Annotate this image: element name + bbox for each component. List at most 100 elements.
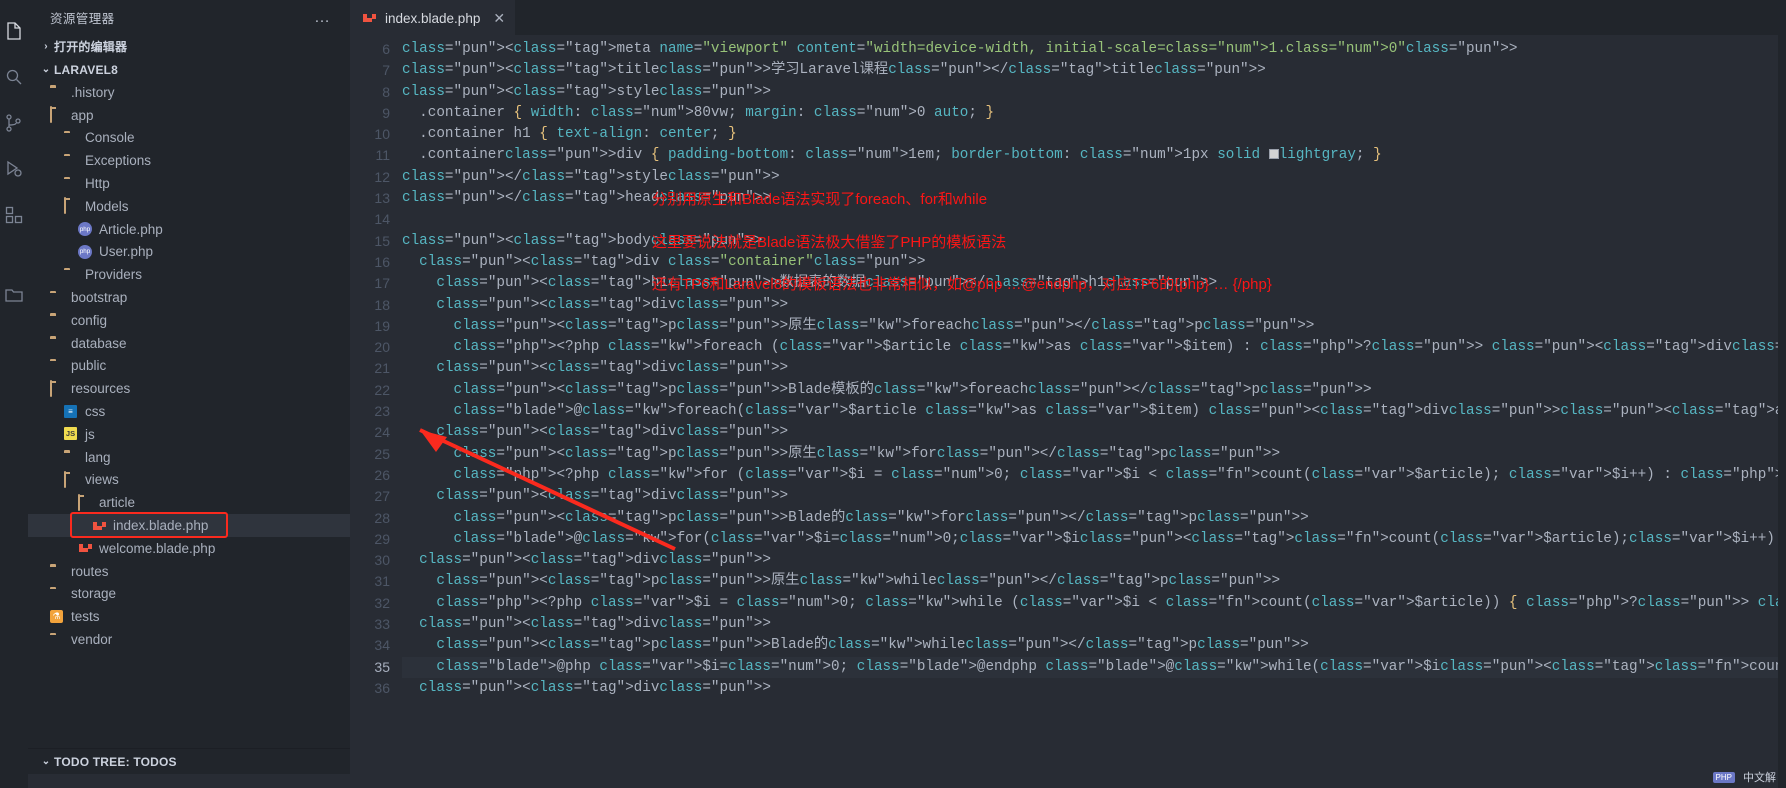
code-text: .container h1 { text-align: center; } (402, 126, 737, 143)
code-line[interactable]: class="pun"><class="tag">pclass="pun">>B… (402, 635, 1786, 656)
tree-item-selected[interactable]: index.blade.php (28, 514, 350, 537)
status-ime[interactable]: 中文解 (1743, 769, 1776, 785)
red-annotation-text: 这里要说法就是Blade语法极大借鉴了PHP的模板语法 (652, 233, 1007, 251)
code-line[interactable]: class="blade">@class="kw">foreach(class=… (402, 401, 1786, 422)
section-laravel8[interactable]: ⌄ LARAVEL8 (28, 58, 350, 81)
code-line[interactable]: class="pun"></class="tag">headclass="pun… (402, 188, 1786, 209)
tree-item-label: bootstrap (71, 290, 128, 306)
code-text: .containerclass="pun">> (402, 147, 617, 164)
search-icon[interactable] (0, 54, 28, 100)
line-number: 11 (375, 147, 390, 164)
chevron-down-icon: ⌄ (41, 756, 51, 767)
code-line[interactable]: class="pun"></class="tag">styleclass="pu… (402, 167, 1786, 188)
tree-item[interactable]: Models (28, 195, 350, 218)
code-line[interactable]: class="php"><?php class="var">$i = class… (402, 593, 1786, 614)
code-line[interactable]: class="pun"><class="tag">divclass="pun">… (402, 486, 1786, 507)
tree-item[interactable]: resources (28, 377, 350, 400)
status-language[interactable]: PHP (1712, 771, 1735, 783)
code-line[interactable]: class="pun"><class="tag">pclass="pun">>B… (402, 508, 1786, 529)
code-line[interactable]: class="php"><?php class="kw">for (class=… (402, 465, 1786, 486)
code-line[interactable]: .container { width: class="num">80vw; ma… (402, 103, 1786, 124)
code-line[interactable]: class="pun"><class="tag">divclass="pun">… (402, 422, 1786, 443)
code-editor[interactable]: 6 7 8 9 10 11 12 13 14 15 16 17 18 19 20 21 22 23 24 25 26 27… (350, 35, 1786, 788)
line-number: 21 (374, 360, 390, 377)
code-text: class="pun"></ (402, 190, 523, 207)
code-line[interactable]: class="pun"><class="tag">divclass="pun">… (402, 678, 1786, 699)
minimap-strip (1778, 0, 1786, 788)
code-text: class="blade">@class="kw">foreach (453, 403, 737, 420)
section-todo-tree[interactable]: ⌄ TODO TREE: TODOS (28, 748, 350, 774)
activity-bar (0, 0, 28, 788)
code-content[interactable]: class="pun"><class="tag">meta name="view… (402, 35, 1786, 788)
code-line[interactable]: class="pun"><class="tag">h1class="pun">>… (402, 273, 1786, 294)
red-annotation-text: 还有TP6和Laravel8的模板语法也非常相似，如@php …@endphp，… (652, 276, 1272, 294)
code-text: class="pun">< (419, 679, 531, 696)
tree-item[interactable]: ≡ css (28, 400, 350, 423)
tree-item[interactable]: php Article.php (28, 218, 350, 241)
tree-item[interactable]: .history (28, 81, 350, 104)
tree-item[interactable]: Console (28, 127, 350, 150)
tree-item[interactable]: vendor (28, 628, 350, 651)
extensions-icon[interactable] (0, 192, 28, 238)
line-number: 24 (374, 424, 390, 441)
tree-item[interactable]: JS js (28, 423, 350, 446)
tree-item[interactable]: app (28, 104, 350, 127)
tree-item[interactable]: routes (28, 560, 350, 583)
close-icon[interactable]: ✕ (493, 10, 505, 27)
folder-open-icon (64, 470, 80, 488)
tab-index-blade-php[interactable]: index.blade.php ✕ (350, 0, 516, 35)
code-line[interactable]: class="pun"><class="tag">pclass="pun">>原… (402, 316, 1786, 337)
tree-item-label: Models (85, 198, 129, 214)
tree-item[interactable]: Http (28, 172, 350, 195)
line-number-gutter: 6 7 8 9 10 11 12 13 14 15 16 17 18 19 20 21 22 23 24 25 26 27… (350, 35, 402, 788)
code-line[interactable]: class="pun"><class="tag">bodyclass="pun"… (402, 231, 1786, 252)
tree-item[interactable]: article (28, 491, 350, 514)
code-line[interactable]: class="php"><?php class="kw">foreach (cl… (402, 337, 1786, 358)
tree-item[interactable]: views (28, 469, 350, 492)
tree-item[interactable]: database (28, 332, 350, 355)
code-line[interactable]: class="pun"><class="tag">divclass="pun">… (402, 295, 1786, 316)
test-file-icon: ⚗ (50, 609, 66, 625)
run-debug-icon[interactable] (0, 146, 28, 192)
code-line[interactable]: class="pun"><class="tag">divclass="pun">… (402, 358, 1786, 379)
code-line[interactable]: class="pun"><class="tag">meta name="view… (402, 39, 1786, 60)
code-line[interactable]: class="blade">@class="kw">for(class="var… (402, 529, 1786, 550)
code-line[interactable]: .containerclass="pun">>div { padding-bot… (402, 145, 1786, 166)
line-number: 28 (374, 509, 390, 526)
tree-item-label: js (85, 426, 95, 442)
tree-item-label: lang (85, 449, 111, 465)
folder-icon (50, 312, 66, 328)
line-number: 9 (382, 104, 390, 121)
tree-item-label: Article.php (99, 221, 163, 237)
code-line[interactable]: class="pun"><class="tag">divclass="pun">… (402, 550, 1786, 571)
tree-item[interactable]: Providers (28, 263, 350, 286)
tree-item[interactable]: php User.php (28, 241, 350, 264)
code-line[interactable]: class="pun"><class="tag">pclass="pun">>原… (402, 444, 1786, 465)
code-line[interactable]: class="pun"><class="tag">divclass="pun">… (402, 614, 1786, 635)
folder-icon[interactable] (0, 272, 28, 318)
css-file-icon: ≡ (64, 404, 80, 420)
tree-item[interactable]: storage (28, 583, 350, 606)
code-line[interactable]: class="pun"><class="tag">pclass="pun">>原… (402, 571, 1786, 592)
tree-item[interactable]: welcome.blade.php (28, 537, 350, 560)
tree-item[interactable]: lang (28, 446, 350, 469)
code-line[interactable]: class="blade">@php class="var">$i=class=… (402, 656, 1786, 678)
line-number: 10 (374, 126, 390, 143)
code-line[interactable]: class="pun"><class="tag">titleclass="pun… (402, 60, 1786, 81)
code-line[interactable] (402, 209, 1786, 230)
source-control-icon[interactable] (0, 100, 28, 146)
code-line[interactable]: .container h1 { text-align: center; } (402, 124, 1786, 145)
code-text: class="pun">< (436, 637, 548, 654)
tree-item[interactable]: Exceptions (28, 149, 350, 172)
code-line[interactable]: class="pun"><class="tag">styleclass="pun… (402, 82, 1786, 103)
folder-icon (50, 586, 66, 602)
explorer-icon[interactable] (0, 8, 28, 54)
section-open-editors[interactable]: › 打开的编辑器 (28, 35, 350, 58)
tree-item[interactable]: config (28, 309, 350, 332)
tree-item[interactable]: bootstrap (28, 286, 350, 309)
more-actions-icon[interactable]: … (314, 9, 338, 27)
tree-item[interactable]: ⚗ tests (28, 605, 350, 628)
code-line[interactable]: class="pun"><class="tag">pclass="pun">>B… (402, 380, 1786, 401)
code-line[interactable]: class="pun"><class="tag">div class="cont… (402, 252, 1786, 273)
tree-item[interactable]: public (28, 355, 350, 378)
